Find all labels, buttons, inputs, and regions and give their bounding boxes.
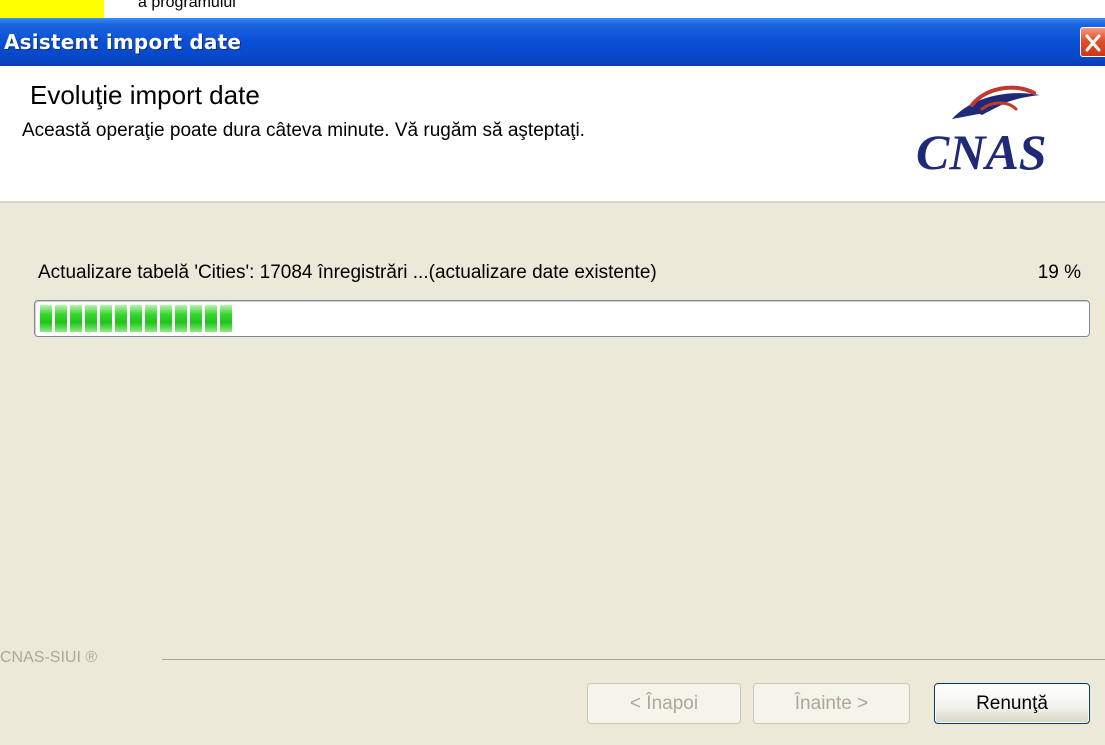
wizard-body: Actualizare tabelă 'Cities': 17084 înreg… bbox=[0, 203, 1105, 745]
cancel-button[interactable]: Renunţă bbox=[934, 683, 1090, 724]
cnas-logo: CNAS bbox=[916, 85, 1047, 179]
progress-segment bbox=[55, 305, 67, 332]
close-icon bbox=[1085, 34, 1101, 52]
background-strip: a programului bbox=[0, 0, 1105, 18]
next-button[interactable]: Înainte > bbox=[753, 683, 910, 724]
progress-percent-label: 19 % bbox=[1037, 262, 1081, 283]
progress-segment bbox=[70, 305, 82, 332]
progress-segment bbox=[205, 305, 217, 332]
progress-segment bbox=[190, 305, 202, 332]
wizard-header: Evoluţie import date Această operaţie po… bbox=[0, 66, 1105, 203]
progress-segment bbox=[100, 305, 112, 332]
window-title: Asistent import date bbox=[4, 30, 242, 54]
page-title: Evoluţie import date bbox=[30, 80, 260, 110]
logo-text: CNAS bbox=[916, 124, 1047, 179]
progress-segment bbox=[130, 305, 142, 332]
progress-segment bbox=[85, 305, 97, 332]
footer-group: CNAS-SIUI ® bbox=[0, 649, 1105, 671]
progress-bar-fill bbox=[40, 305, 238, 332]
page-subtitle: Această operaţie poate dura câteva minut… bbox=[22, 120, 585, 141]
close-button[interactable] bbox=[1080, 27, 1105, 57]
text-highlight bbox=[0, 0, 104, 18]
import-progress-bar bbox=[34, 300, 1090, 337]
progress-segment bbox=[220, 305, 232, 332]
progress-segment bbox=[145, 305, 157, 332]
back-button[interactable]: < Înapoi bbox=[587, 683, 741, 724]
footer-divider bbox=[162, 659, 1105, 660]
footer-brand: CNAS-SIUI ® bbox=[0, 649, 98, 666]
background-text: a programului bbox=[138, 0, 236, 11]
progress-status-label: Actualizare tabelă 'Cities': 17084 înreg… bbox=[38, 262, 657, 283]
window-titlebar[interactable]: Asistent import date bbox=[0, 18, 1105, 66]
progress-segment bbox=[115, 305, 127, 332]
progress-segment bbox=[160, 305, 172, 332]
progress-segment bbox=[175, 305, 187, 332]
progress-segment bbox=[40, 305, 52, 332]
